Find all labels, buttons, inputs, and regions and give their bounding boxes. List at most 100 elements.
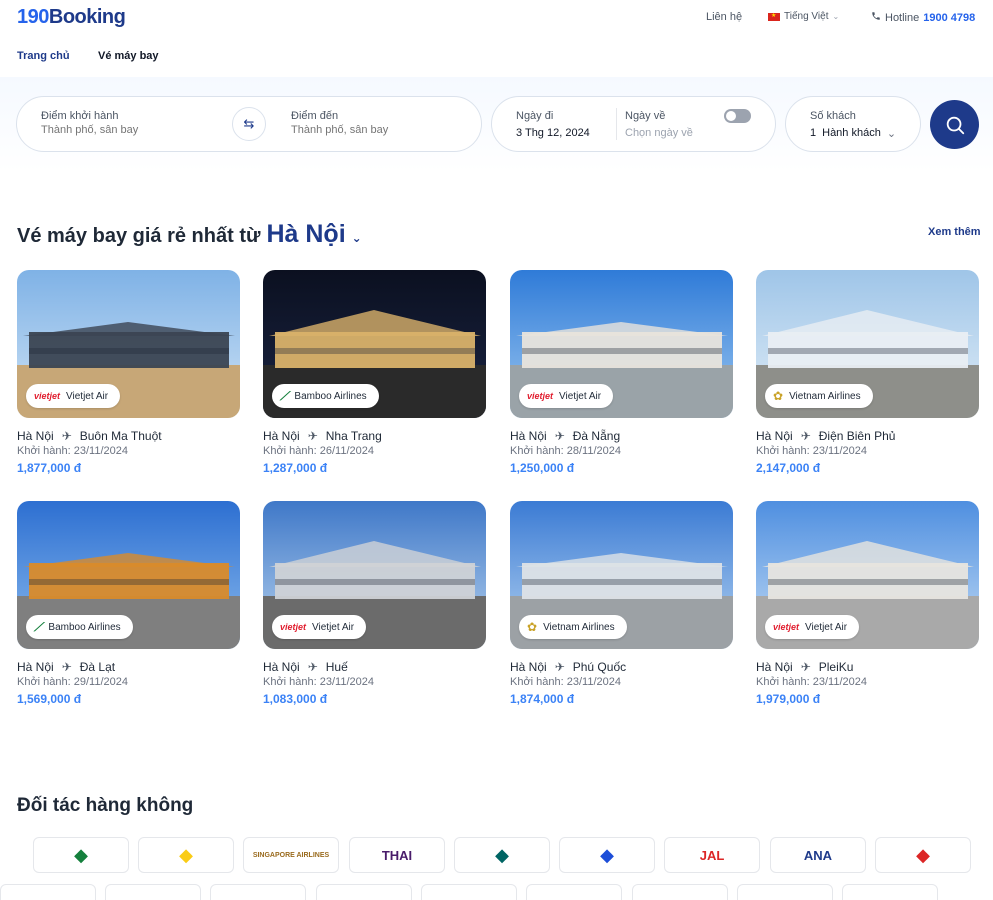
airline-chip: vietjet Vietjet Air xyxy=(519,384,614,408)
route: Hà Nội ✈ Phú Quốc xyxy=(510,660,626,674)
route-destination: PleiKu xyxy=(818,660,854,674)
route-destination: Đà Nẵng xyxy=(572,429,621,443)
passenger-value: 1 Hành khách ⌄ xyxy=(810,127,896,140)
partner-logo[interactable]: ANA xyxy=(770,837,866,873)
partner-logo[interactable] xyxy=(842,884,938,900)
departure-date: Khởi hành: 23/11/2024 xyxy=(756,445,867,457)
from-label: Điểm khởi hành xyxy=(41,110,119,122)
airline-logo-icon: ⟋ xyxy=(280,388,289,403)
route-origin: Hà Nội xyxy=(510,660,547,674)
fare-price: 1,250,000 đ xyxy=(510,461,575,475)
partner-logo[interactable] xyxy=(632,884,728,900)
flight-deal-card[interactable]: vietjet Vietjet Air Hà Nội ✈ Buôn Ma Thu… xyxy=(17,270,240,480)
flight-deal-card[interactable]: vietjet Vietjet Air Hà Nội ✈ PleiKu Khởi… xyxy=(756,501,979,711)
airline-logo-icon: ✿ xyxy=(773,389,784,403)
route-destination: Phú Quốc xyxy=(572,660,627,674)
airline-name: Bamboo Airlines xyxy=(48,621,121,633)
partner-logo[interactable]: ◆ xyxy=(138,837,234,873)
partner-logo[interactable]: ◆ xyxy=(559,837,655,873)
passenger-count: 1 xyxy=(810,127,817,139)
nav-home[interactable]: Trang chủ xyxy=(17,50,70,62)
departure-date: Khởi hành: 23/11/2024 xyxy=(263,676,374,688)
site-logo[interactable]: 190Booking xyxy=(17,6,126,29)
see-more-link[interactable]: Xem thêm xyxy=(928,226,981,238)
flight-deal-card[interactable]: vietjet Vietjet Air Hà Nội ✈ Đà Nẵng Khở… xyxy=(510,270,733,480)
partner-logo[interactable]: ◆ xyxy=(875,837,971,873)
date-divider xyxy=(616,108,617,140)
route: Hà Nội ✈ Đà Nẵng xyxy=(510,429,620,443)
partner-logo[interactable]: THAI xyxy=(349,837,445,873)
airline-name: Vietjet Air xyxy=(66,390,109,402)
partner-logo[interactable] xyxy=(737,884,833,900)
hotline[interactable]: Hotline 1900 4798 xyxy=(871,11,975,24)
section-title: Vé máy bay giá rẻ nhất từ Hà Nội ⌄ xyxy=(17,220,362,249)
partner-logo[interactable] xyxy=(105,884,201,900)
passenger-label: Số khách xyxy=(810,110,856,122)
fare-price: 1,877,000 đ xyxy=(17,461,82,475)
departure-date: Khởi hành: 26/11/2024 xyxy=(263,445,374,457)
flight-deal-card[interactable]: ✿ Vietnam Airlines Hà Nội ✈ Điện Biên Ph… xyxy=(756,270,979,480)
origin-city-selector[interactable]: Hà Nội xyxy=(266,220,345,249)
vietravel-logo-icon: ◆ xyxy=(179,844,193,865)
airline-chip: ✿ Vietnam Airlines xyxy=(765,384,873,408)
ana-logo-icon: ANA xyxy=(803,847,833,863)
fare-price: 1,083,000 đ xyxy=(263,692,328,706)
flight-deal-card[interactable]: vietjet Vietjet Air Hà Nội ✈ Huế Khởi hà… xyxy=(263,501,486,711)
partner-logo[interactable] xyxy=(526,884,622,900)
flight-deal-card[interactable]: ⟋ Bamboo Airlines Hà Nội ✈ Nha Trang Khở… xyxy=(263,270,486,480)
return-toggle[interactable] xyxy=(724,109,751,123)
flight-deal-card[interactable]: ⟋ Bamboo Airlines Hà Nội ✈ Đà Lạt Khởi h… xyxy=(17,501,240,711)
partner-logo[interactable]: ◆ xyxy=(33,837,129,873)
airplane-icon: ✈ xyxy=(307,429,318,443)
chevron-down-icon[interactable]: ⌄ xyxy=(352,231,362,245)
return-date-placeholder[interactable]: Chọn ngày về xyxy=(625,127,693,139)
contact-link[interactable]: Liên hệ xyxy=(706,11,742,23)
airline-logo-icon: vietjet xyxy=(773,622,800,632)
logo-word: Booking xyxy=(48,6,126,28)
swap-button[interactable]: ⇆ xyxy=(232,107,266,141)
partner-logo[interactable]: JAL xyxy=(664,837,760,873)
flight-deal-card[interactable]: ✿ Vietnam Airlines Hà Nội ✈ Phú Quốc Khở… xyxy=(510,501,733,711)
to-input[interactable] xyxy=(291,124,471,136)
chevron-updown-icon: ⌄ xyxy=(832,12,840,21)
airplane-icon: ✈ xyxy=(61,660,72,674)
route: Hà Nội ✈ Huế xyxy=(263,660,348,674)
airplane-icon: ✈ xyxy=(800,660,811,674)
partner-logo[interactable] xyxy=(316,884,412,900)
partner-logo[interactable] xyxy=(0,884,96,900)
airplane-icon: ✈ xyxy=(61,429,72,443)
departure-date: Khởi hành: 23/11/2024 xyxy=(510,676,621,688)
thai-airways-logo-icon: THAI xyxy=(381,847,413,863)
depart-date-value[interactable]: 3 Thg 12, 2024 xyxy=(516,127,590,139)
route-destination: Đà Lạt xyxy=(79,660,116,674)
section-title-prefix: Vé máy bay giá rẻ nhất từ xyxy=(17,225,261,247)
airline-name: Bamboo Airlines xyxy=(294,390,367,402)
route: Hà Nội ✈ PleiKu xyxy=(756,660,853,674)
from-input[interactable] xyxy=(41,124,221,136)
passenger-pill[interactable] xyxy=(785,96,921,152)
phone-icon xyxy=(871,11,881,24)
partner-logo[interactable] xyxy=(210,884,306,900)
partner-logo[interactable]: ◆ xyxy=(454,837,550,873)
depart-date-label: Ngày đi xyxy=(516,110,554,122)
date-pill xyxy=(491,96,776,152)
route: Hà Nội ✈ Đà Lạt xyxy=(17,660,115,674)
fare-price: 1,569,000 đ xyxy=(17,692,82,706)
airline-name: Vietjet Air xyxy=(312,621,355,633)
route-destination: Nha Trang xyxy=(325,429,382,443)
nav-flights[interactable]: Vé máy bay xyxy=(98,50,159,62)
route-destination: Huế xyxy=(325,660,348,674)
language-selector[interactable]: Tiếng Việt ⌄ xyxy=(768,11,839,22)
airline-logo-icon: ✿ xyxy=(527,620,538,634)
route-origin: Hà Nội xyxy=(510,429,547,443)
route: Hà Nội ✈ Nha Trang xyxy=(263,429,382,443)
singapore-airlines-logo-icon: SINGAPORE AIRLINES xyxy=(252,851,330,859)
airline-chip: vietjet Vietjet Air xyxy=(272,615,367,639)
fare-price: 1,874,000 đ xyxy=(510,692,575,706)
partner-logo[interactable]: SINGAPORE AIRLINES xyxy=(243,837,339,873)
search-icon xyxy=(946,116,964,134)
airplane-icon: ✈ xyxy=(800,429,811,443)
cathay-logo-icon: ◆ xyxy=(495,844,509,865)
partner-logo[interactable] xyxy=(421,884,517,900)
search-button[interactable] xyxy=(930,100,979,149)
